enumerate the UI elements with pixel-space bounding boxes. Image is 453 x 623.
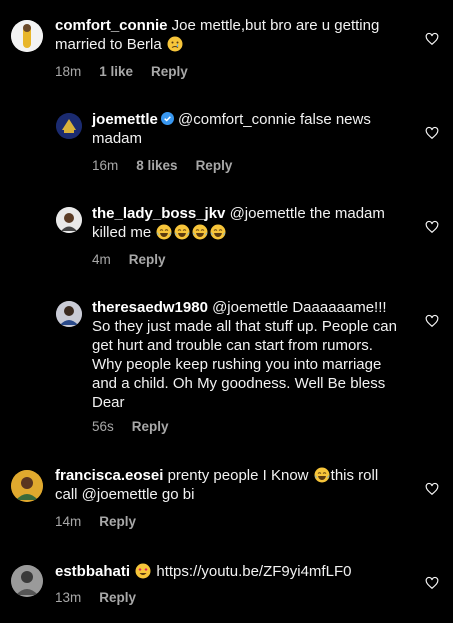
comment-time: 56s — [92, 419, 114, 434]
comment-meta: 13m Reply — [55, 590, 154, 605]
comment-text: comfort_connie Joe mettle,but bro are u … — [55, 17, 380, 53]
link-text[interactable]: https://youtu.be/ZF9yi4mfLF0 — [152, 563, 351, 580]
crying-face-emoji — [167, 36, 183, 52]
heart-outline-icon[interactable] — [425, 576, 439, 590]
heart-outline-icon[interactable] — [425, 220, 439, 234]
reply-button[interactable]: Reply — [129, 252, 166, 267]
avatar[interactable] — [11, 565, 43, 597]
tears-of-joy-emoji — [210, 224, 226, 240]
comment-meta: 4m Reply — [92, 252, 184, 267]
reply-button[interactable]: Reply — [151, 64, 188, 79]
heart-outline-icon[interactable] — [425, 314, 439, 328]
reply-button[interactable]: Reply — [132, 419, 169, 434]
avatar[interactable] — [56, 207, 82, 233]
comment-username[interactable]: estbbahati — [55, 563, 130, 580]
comment-username[interactable]: theresaedw1980 — [92, 299, 208, 316]
comment-text: the_lady_boss_jkv @joemettle the madam k… — [92, 205, 385, 241]
tears-of-joy-emoji — [156, 224, 172, 240]
comment-text: estbbahati https://youtu.be/ZF9yi4mfLF0 — [55, 562, 405, 581]
likes-count[interactable]: 1 like — [99, 64, 133, 79]
comment-meta: 16m 8 likes Reply — [92, 158, 250, 173]
comment-username[interactable]: joemettle — [92, 111, 158, 128]
heart-outline-icon[interactable] — [425, 482, 439, 496]
comment-time: 18m — [55, 64, 82, 79]
comment-text: francisca.eosei prenty people I Know thi… — [55, 467, 379, 503]
avatar[interactable] — [56, 301, 82, 327]
comment-time: 4m — [92, 252, 111, 267]
avatar[interactable] — [11, 20, 43, 52]
tears-of-joy-emoji — [314, 467, 330, 483]
reply-button[interactable]: Reply — [99, 590, 136, 605]
comment-text: joemettle @comfort_connie false news mad… — [92, 111, 371, 147]
reply-button[interactable]: Reply — [99, 514, 136, 529]
comment-username[interactable]: francisca.eosei — [55, 467, 163, 484]
comment-meta: 14m Reply — [55, 514, 154, 529]
tears-of-joy-emoji — [192, 224, 208, 240]
comment-text: theresaedw1980 @joemettle Daaaaaame!!! S… — [92, 299, 397, 411]
tears-of-joy-emoji — [174, 224, 190, 240]
avatar[interactable] — [11, 470, 43, 502]
heart-eyes-emoji — [135, 563, 151, 579]
comment-meta: 56s Reply — [92, 419, 187, 434]
comment-username[interactable]: comfort_connie — [55, 17, 168, 34]
reply-button[interactable]: Reply — [196, 158, 233, 173]
avatar[interactable] — [56, 113, 82, 139]
comment-meta: 18m 1 like Reply — [55, 64, 206, 79]
comment-time: 14m — [55, 514, 82, 529]
comment-time: 13m — [55, 590, 82, 605]
heart-outline-icon[interactable] — [425, 32, 439, 46]
likes-count[interactable]: 8 likes — [136, 158, 177, 173]
heart-outline-icon[interactable] — [425, 126, 439, 140]
comment-username[interactable]: the_lady_boss_jkv — [92, 205, 225, 222]
verified-badge-icon — [160, 112, 174, 125]
comment-time: 16m — [92, 158, 119, 173]
